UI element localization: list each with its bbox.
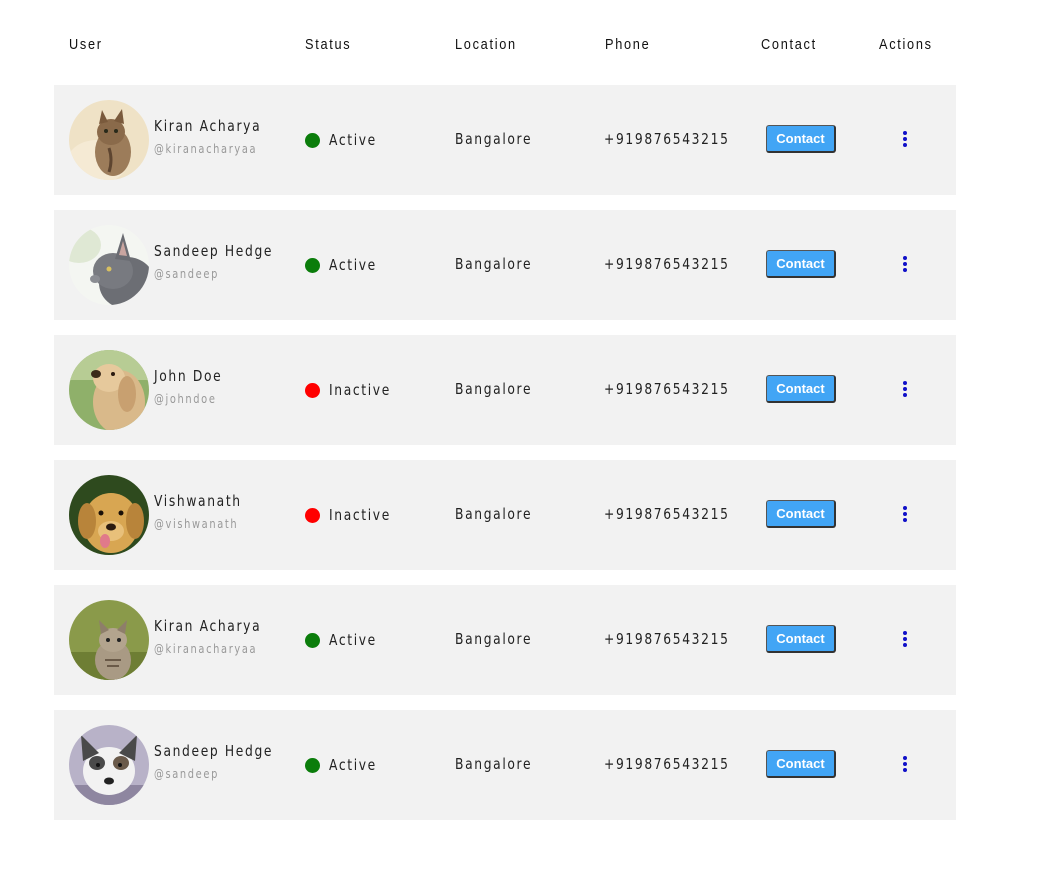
table-row: John Doe @johndoe Inactive Bangalore +91… xyxy=(54,335,956,445)
location-text: Bangalore xyxy=(455,505,533,523)
phone-text: +919876543215 xyxy=(604,630,730,648)
table-row: Kiran Acharya @kiranacharyaa Active Bang… xyxy=(54,85,956,195)
user-handle: @kiranacharyaa xyxy=(154,642,258,656)
table-header: User Status Location Phone Contact Actio… xyxy=(54,0,956,85)
more-vertical-icon[interactable] xyxy=(899,505,911,525)
column-header-actions: Actions xyxy=(879,36,933,53)
more-vertical-icon[interactable] xyxy=(899,130,911,150)
status-active-dot-icon xyxy=(305,632,320,648)
contact-button[interactable]: Contact xyxy=(766,125,836,153)
user-name: Kiran Acharya xyxy=(154,117,262,135)
status-cell: Active xyxy=(305,130,387,150)
status-text: Active xyxy=(329,631,377,649)
phone-text: +919876543215 xyxy=(604,255,730,273)
status-cell: Active xyxy=(305,755,387,775)
user-name: Sandeep Hedge xyxy=(154,242,274,260)
status-text: Active xyxy=(329,256,377,274)
golden-puppy-photo-icon xyxy=(69,350,149,430)
status-active-dot-icon xyxy=(305,132,320,148)
column-header-status: Status xyxy=(305,36,352,53)
more-vertical-icon[interactable] xyxy=(899,255,911,275)
table-row: Sandeep Hedge @sandeep Active Bangalore … xyxy=(54,210,956,320)
status-text: Active xyxy=(329,131,377,149)
more-vertical-icon[interactable] xyxy=(899,630,911,650)
status-text: Inactive xyxy=(329,381,391,399)
user-handle: @vishwanath xyxy=(154,517,239,531)
user-name: Sandeep Hedge xyxy=(154,742,274,760)
location-text: Bangalore xyxy=(455,255,533,273)
kitten-photo-icon xyxy=(69,100,149,180)
user-handle: @johndoe xyxy=(154,392,217,406)
status-inactive-dot-icon xyxy=(305,382,320,398)
status-cell: Active xyxy=(305,255,387,275)
table-row: Vishwanath @vishwanath Inactive Bangalor… xyxy=(54,460,956,570)
contact-button[interactable]: Contact xyxy=(766,750,836,778)
column-header-location: Location xyxy=(455,36,517,53)
location-text: Bangalore xyxy=(455,755,533,773)
more-vertical-icon[interactable] xyxy=(899,380,911,400)
user-handle: @sandeep xyxy=(154,767,219,781)
location-text: Bangalore xyxy=(455,630,533,648)
grey-cat-photo-icon xyxy=(69,225,149,305)
column-header-contact: Contact xyxy=(761,36,817,53)
phone-text: +919876543215 xyxy=(604,755,730,773)
contact-button[interactable]: Contact xyxy=(766,250,836,278)
user-name: Vishwanath xyxy=(154,492,242,510)
column-header-phone: Phone xyxy=(605,36,651,53)
status-active-dot-icon xyxy=(305,757,320,773)
more-vertical-icon[interactable] xyxy=(899,755,911,775)
user-name: John Doe xyxy=(154,367,223,385)
table-row: Kiran Acharya @kiranacharyaa Active Bang… xyxy=(54,585,956,695)
table-row: Sandeep Hedge @sandeep Active Bangalore … xyxy=(54,710,956,820)
users-table: User Status Location Phone Contact Actio… xyxy=(54,0,956,835)
tabby-kitten-photo-icon xyxy=(69,600,149,680)
phone-text: +919876543215 xyxy=(604,380,730,398)
status-cell: Inactive xyxy=(305,505,405,525)
status-cell: Inactive xyxy=(305,380,405,400)
status-text: Inactive xyxy=(329,506,391,524)
husky-dog-photo-icon xyxy=(69,725,149,805)
status-active-dot-icon xyxy=(305,257,320,273)
contact-button[interactable]: Contact xyxy=(766,500,836,528)
user-name: Kiran Acharya xyxy=(154,617,262,635)
column-header-user: User xyxy=(69,36,103,53)
labrador-photo-icon xyxy=(69,475,149,555)
location-text: Bangalore xyxy=(455,380,533,398)
contact-button[interactable]: Contact xyxy=(766,625,836,653)
phone-text: +919876543215 xyxy=(604,130,730,148)
phone-text: +919876543215 xyxy=(604,505,730,523)
status-inactive-dot-icon xyxy=(305,507,320,523)
user-handle: @kiranacharyaa xyxy=(154,142,258,156)
contact-button[interactable]: Contact xyxy=(766,375,836,403)
user-handle: @sandeep xyxy=(154,267,219,281)
status-cell: Active xyxy=(305,630,387,650)
status-text: Active xyxy=(329,756,377,774)
location-text: Bangalore xyxy=(455,130,533,148)
